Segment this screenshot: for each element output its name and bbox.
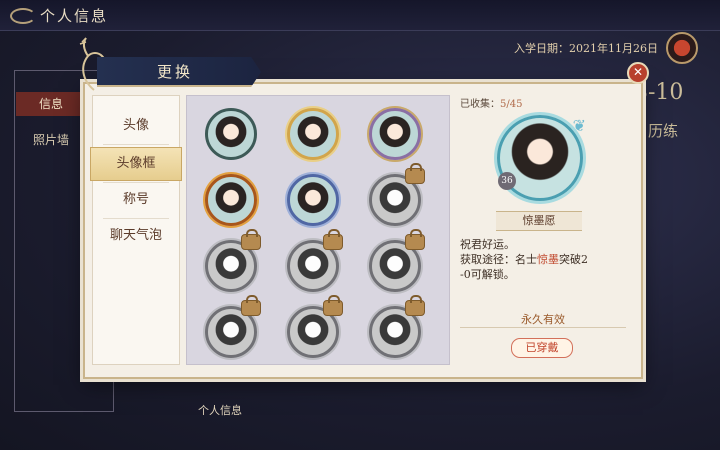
frame-detail: 已收集：5/45 ❦ 36 惊墨愿 祝君好运。 获取途径：名士惊墨突破2 -0可… — [456, 95, 632, 363]
lock-icon — [241, 229, 261, 250]
frame-name: 惊墨愿 — [496, 211, 582, 231]
top-bar: 个人信息 — [0, 0, 720, 31]
avatar-frame-thumbnail — [287, 174, 339, 226]
side-tab-info[interactable]: 信息 — [16, 92, 86, 116]
bg-training-label: 历练 — [648, 122, 679, 140]
avatar-frame-thumbnail — [205, 108, 257, 160]
page-title: 个人信息 — [40, 7, 109, 25]
menu-divider — [103, 182, 169, 183]
lock-icon — [405, 229, 425, 250]
menu-divider — [103, 218, 169, 219]
desc-highlight: 惊墨 — [537, 253, 559, 266]
frame-option[interactable] — [281, 295, 345, 364]
frame-option[interactable] — [363, 102, 427, 166]
enroll-label: 入学日期： — [514, 42, 569, 55]
menu-item-title[interactable]: 称号 — [93, 184, 179, 216]
collected-value: 5/45 — [500, 99, 523, 110]
selected-frame-preview: ❦ 36 — [497, 115, 586, 201]
back-icon[interactable] — [10, 8, 36, 24]
frame-option[interactable] — [281, 229, 345, 298]
lock-icon — [405, 295, 425, 316]
lock-icon — [323, 229, 343, 250]
desc-prefix: 获取途径：名士 — [460, 253, 537, 266]
modal-menu: 头像 头像框 称号 聊天气泡 — [90, 95, 182, 365]
frame-option[interactable] — [281, 168, 345, 232]
butterfly-icon: ❦ — [572, 116, 586, 135]
equipped-button[interactable]: 已穿戴 — [511, 338, 573, 358]
modal-title-banner: 更换 — [97, 57, 261, 87]
avatar-frame-thumbnail — [369, 108, 421, 160]
close-icon[interactable]: ✕ — [627, 62, 649, 84]
desc-line-2: 获取途径：名士惊墨突破2 — [460, 252, 626, 267]
enroll-value: 2021年11月26日 — [569, 42, 658, 55]
bg-bottom-label: 个人信息 — [198, 404, 242, 417]
enroll-date: 入学日期：2021年11月26日 — [514, 40, 658, 56]
menu-item-avatar[interactable]: 头像 — [93, 110, 179, 142]
crest-icon — [666, 32, 698, 64]
frame-option[interactable] — [199, 168, 263, 232]
side-tab-photos[interactable]: 照片墙 — [16, 128, 86, 152]
frame-option[interactable] — [363, 295, 427, 364]
frame-option[interactable] — [363, 229, 427, 298]
frame-option[interactable] — [199, 229, 263, 298]
desc-line-1: 祝君好运。 — [460, 238, 515, 251]
frame-option[interactable] — [199, 102, 263, 166]
detail-divider — [460, 327, 626, 328]
frame-option[interactable] — [199, 295, 263, 364]
validity-text: 永久有效 — [521, 313, 565, 326]
frame-grid — [186, 95, 450, 365]
menu-divider — [103, 144, 169, 145]
modal-title: 更换 — [157, 63, 194, 81]
collected-label: 已收集： — [460, 99, 500, 110]
menu-item-chat-bubble[interactable]: 聊天气泡 — [93, 220, 179, 252]
lock-icon — [323, 295, 343, 316]
frame-option[interactable] — [363, 163, 427, 232]
lock-icon — [241, 295, 261, 316]
frame-description: 祝君好运。 获取途径：名士惊墨突破2 -0可解锁。 — [460, 237, 626, 282]
frame-option[interactable] — [281, 102, 345, 166]
avatar-frame-thumbnail — [287, 108, 339, 160]
lock-icon — [405, 163, 425, 184]
avatar-frame-thumbnail — [205, 174, 257, 226]
level-badge: 36 — [498, 172, 516, 190]
collected-count: 已收集：5/45 — [460, 95, 522, 110]
desc-line-3: -0可解锁。 — [460, 268, 515, 281]
desc-suffix: 突破2 — [559, 253, 588, 266]
menu-item-avatar-frame[interactable]: 头像框 — [90, 147, 182, 181]
